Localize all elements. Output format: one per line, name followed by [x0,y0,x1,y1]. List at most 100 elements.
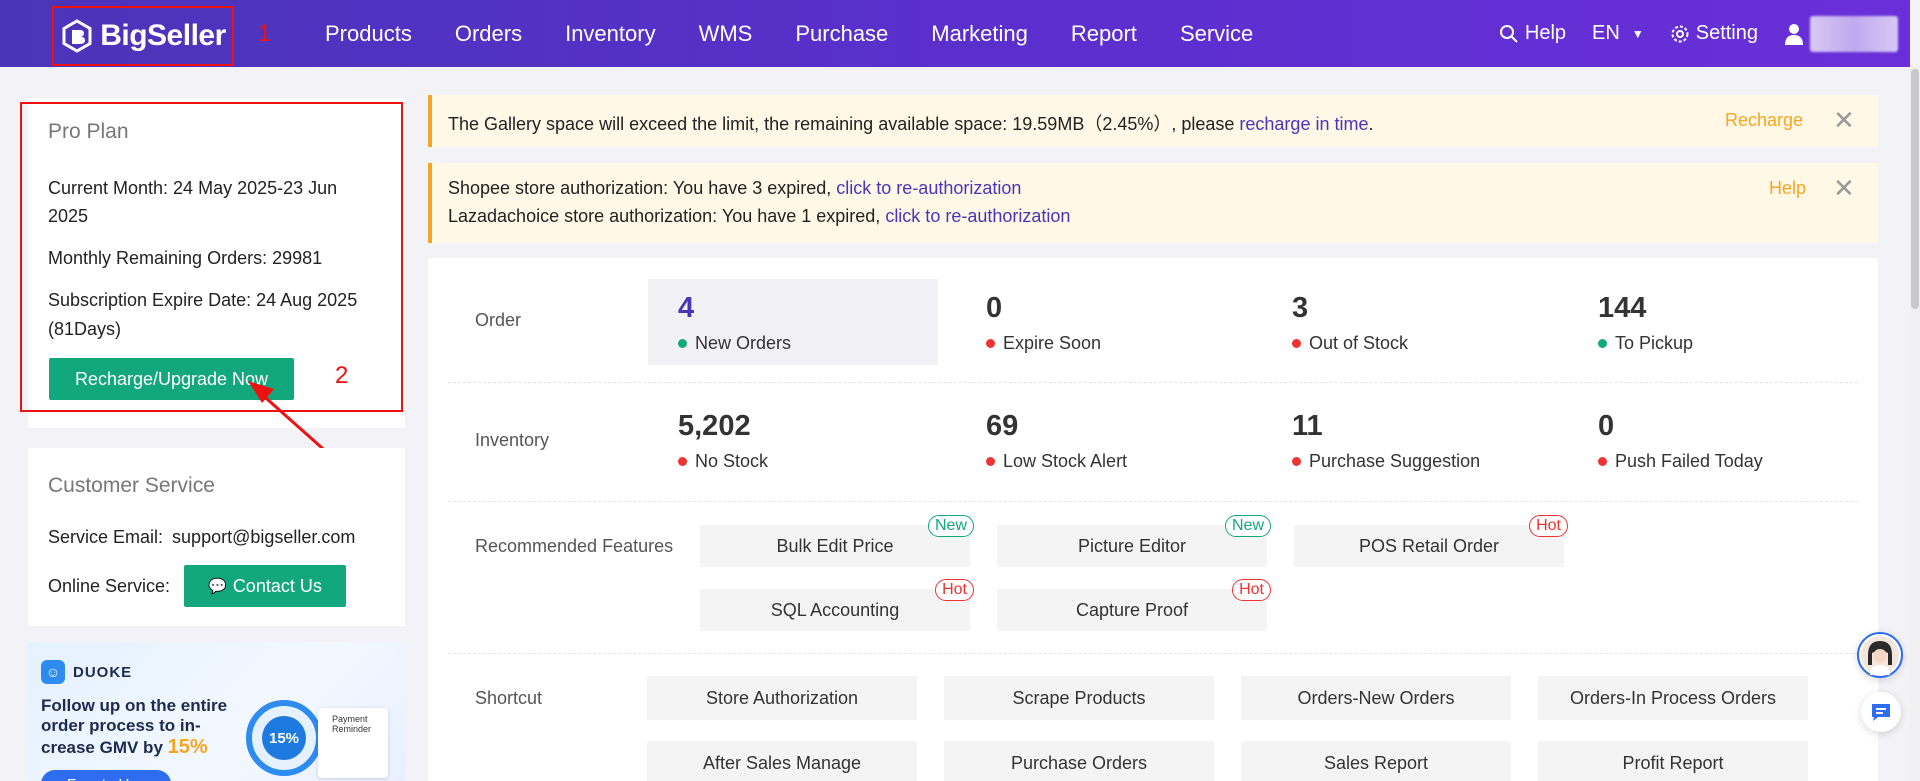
nav-report[interactable]: Report [1071,21,1137,47]
service-email-row: Service Email: support@bigseller.com [48,523,355,552]
service-email-value[interactable]: support@bigseller.com [172,527,355,547]
payment-reminder-graphic: Payment Reminder [318,708,388,778]
reminder-text-1: Payment [332,714,368,724]
current-month-line1: Current Month: 24 May 2025-23 Jun [48,178,338,198]
stat-new-orders[interactable]: 4 New Orders [678,292,791,354]
chat-bubble-icon [1872,704,1890,721]
duoke-brand-text: DUOKE [73,663,133,681]
feature-label: SQL Accounting [770,599,900,620]
shortcut-orders-new-orders[interactable]: Orders-New Orders [1241,676,1511,720]
gallery-alert-tail: . [1368,114,1374,134]
store-help-link[interactable]: Help [1769,178,1806,199]
new-orders-count: 4 [678,292,695,324]
red-dot [986,339,995,348]
feature-capture-proof[interactable]: Capture Proof Hot [997,579,1271,631]
bigseller-logo-icon [62,19,92,53]
logo[interactable]: BigSeller [52,6,234,66]
stat-expire-soon[interactable]: 0 Expire Soon [986,292,1101,354]
language-select[interactable]: EN ▼ [1592,22,1644,45]
help-link[interactable]: Help [1499,22,1566,45]
divider [448,501,1858,502]
nav-purchase[interactable]: Purchase [795,21,888,47]
out-of-stock-label: Out of Stock [1309,333,1409,353]
push-failed-count: 0 [1598,410,1615,442]
shortcut-store-authorization[interactable]: Store Authorization [647,676,917,720]
stat-out-of-stock[interactable]: 3 Out of Stock [1292,292,1408,354]
promo-line1: Follow up on the entire [41,696,228,715]
language-label: EN [1592,22,1620,44]
shopee-auth-line: Shopee store authorization: You have 3 e… [448,178,1021,199]
nav-wms[interactable]: WMS [699,21,753,47]
green-dot [678,339,687,348]
promo-cta-button[interactable]: Free to Use [41,770,171,781]
feature-pos-retail-order[interactable]: POS Retail Order Hot [1294,515,1568,567]
nav-service[interactable]: Service [1180,21,1253,47]
user-menu[interactable] [1784,15,1910,52]
push-failed-label: Push Failed Today [1615,451,1763,471]
shortcut-sales-report[interactable]: Sales Report [1241,741,1511,781]
stat-to-pickup[interactable]: 144 To Pickup [1598,292,1693,354]
red-dot [1292,339,1301,348]
divider [448,653,1858,654]
nav-products[interactable]: Products [325,21,412,47]
shortcut-orders-in-process[interactable]: Orders-In Process Orders [1538,676,1808,720]
annotation-number-1: 1 [258,20,272,47]
customer-service-card: Customer Service Service Email: support@… [28,448,405,626]
green-dot [1598,339,1607,348]
agent-avatar-icon [1861,636,1899,675]
shortcut-label: Shortcut [475,688,543,708]
recommended-features-label: Recommended Features [475,536,674,556]
lazada-reauth-link[interactable]: click to re-authorization [885,206,1070,226]
stat-purchase-suggestion[interactable]: 11 Purchase Suggestion [1292,410,1480,472]
contact-us-button[interactable]: 💬 Contact Us [184,565,346,607]
order-row-label: Order [475,310,522,330]
shortcut-scrape-products[interactable]: Scrape Products [944,676,1214,720]
feature-label: POS Retail Order [1358,535,1500,556]
expire-soon-count: 0 [986,292,1003,324]
duoke-promo-banner[interactable]: ☺ DUOKE Follow up on the entire order pr… [28,642,405,781]
recharge-in-time-link[interactable]: recharge in time [1239,114,1368,134]
stat-no-stock[interactable]: 5,202 No Stock [678,410,768,472]
support-agent-avatar[interactable] [1857,632,1903,678]
new-badge: New [927,515,974,537]
promo-line3: crease GMV by 15% [41,736,208,759]
shopee-reauth-link[interactable]: click to re-authorization [836,178,1021,198]
stat-push-failed-today[interactable]: 0 Push Failed Today [1598,410,1763,472]
expire-date-line2: (81Days) [48,319,122,339]
close-gallery-alert-icon[interactable]: ✕ [1833,107,1855,133]
feature-label: Picture Editor [1077,535,1187,556]
nav-orders[interactable]: Orders [455,21,522,47]
low-stock-label: Low Stock Alert [1003,451,1128,471]
feature-sql-accounting[interactable]: SQL Accounting Hot [700,579,974,631]
lazada-auth-message: Lazadachoice store authorization: You ha… [448,206,886,226]
nav-inventory[interactable]: Inventory [565,21,656,47]
page-scrollbar[interactable] [1910,67,1920,781]
feature-picture-editor[interactable]: Picture Editor New [997,515,1271,567]
caret-down-icon: ▼ [1631,26,1644,41]
shortcut-profit-report[interactable]: Profit Report [1538,741,1808,781]
low-stock-count: 69 [986,410,1019,442]
nav-marketing[interactable]: Marketing [931,21,1028,47]
scrollbar-thumb[interactable] [1911,69,1919,309]
close-store-alert-icon[interactable]: ✕ [1833,175,1855,201]
shortcut-after-sales-manage[interactable]: After Sales Manage [647,741,917,781]
stat-low-stock-alert[interactable]: 69 Low Stock Alert [986,410,1127,472]
feedback-button[interactable] [1861,692,1901,732]
feature-bulk-edit-price[interactable]: Bulk Edit Price New [700,515,974,567]
chat-icon: 💬 [208,578,227,595]
new-orders-label: New Orders [695,333,792,353]
setting-link[interactable]: Setting [1670,22,1758,45]
red-dot [986,457,995,466]
no-stock-count: 5,202 [678,410,751,442]
expire-date-line1: Subscription Expire Date: 24 Aug 2025 [48,290,358,310]
feature-label: Capture Proof [1075,599,1189,620]
remaining-orders: Monthly Remaining Orders: 29981 [48,248,323,268]
hot-badge: Hot [1529,515,1568,537]
gallery-space-alert: The Gallery space will exceed the limit,… [428,95,1878,147]
promo-line2: order process to in- [41,716,201,735]
shortcut-purchase-orders[interactable]: Purchase Orders [944,741,1214,781]
user-name-redacted [1810,15,1898,52]
gallery-alert-message: The Gallery space will exceed the limit,… [448,114,1240,134]
growth-percent: 15% [262,716,306,760]
recharge-link[interactable]: Recharge [1725,110,1803,131]
